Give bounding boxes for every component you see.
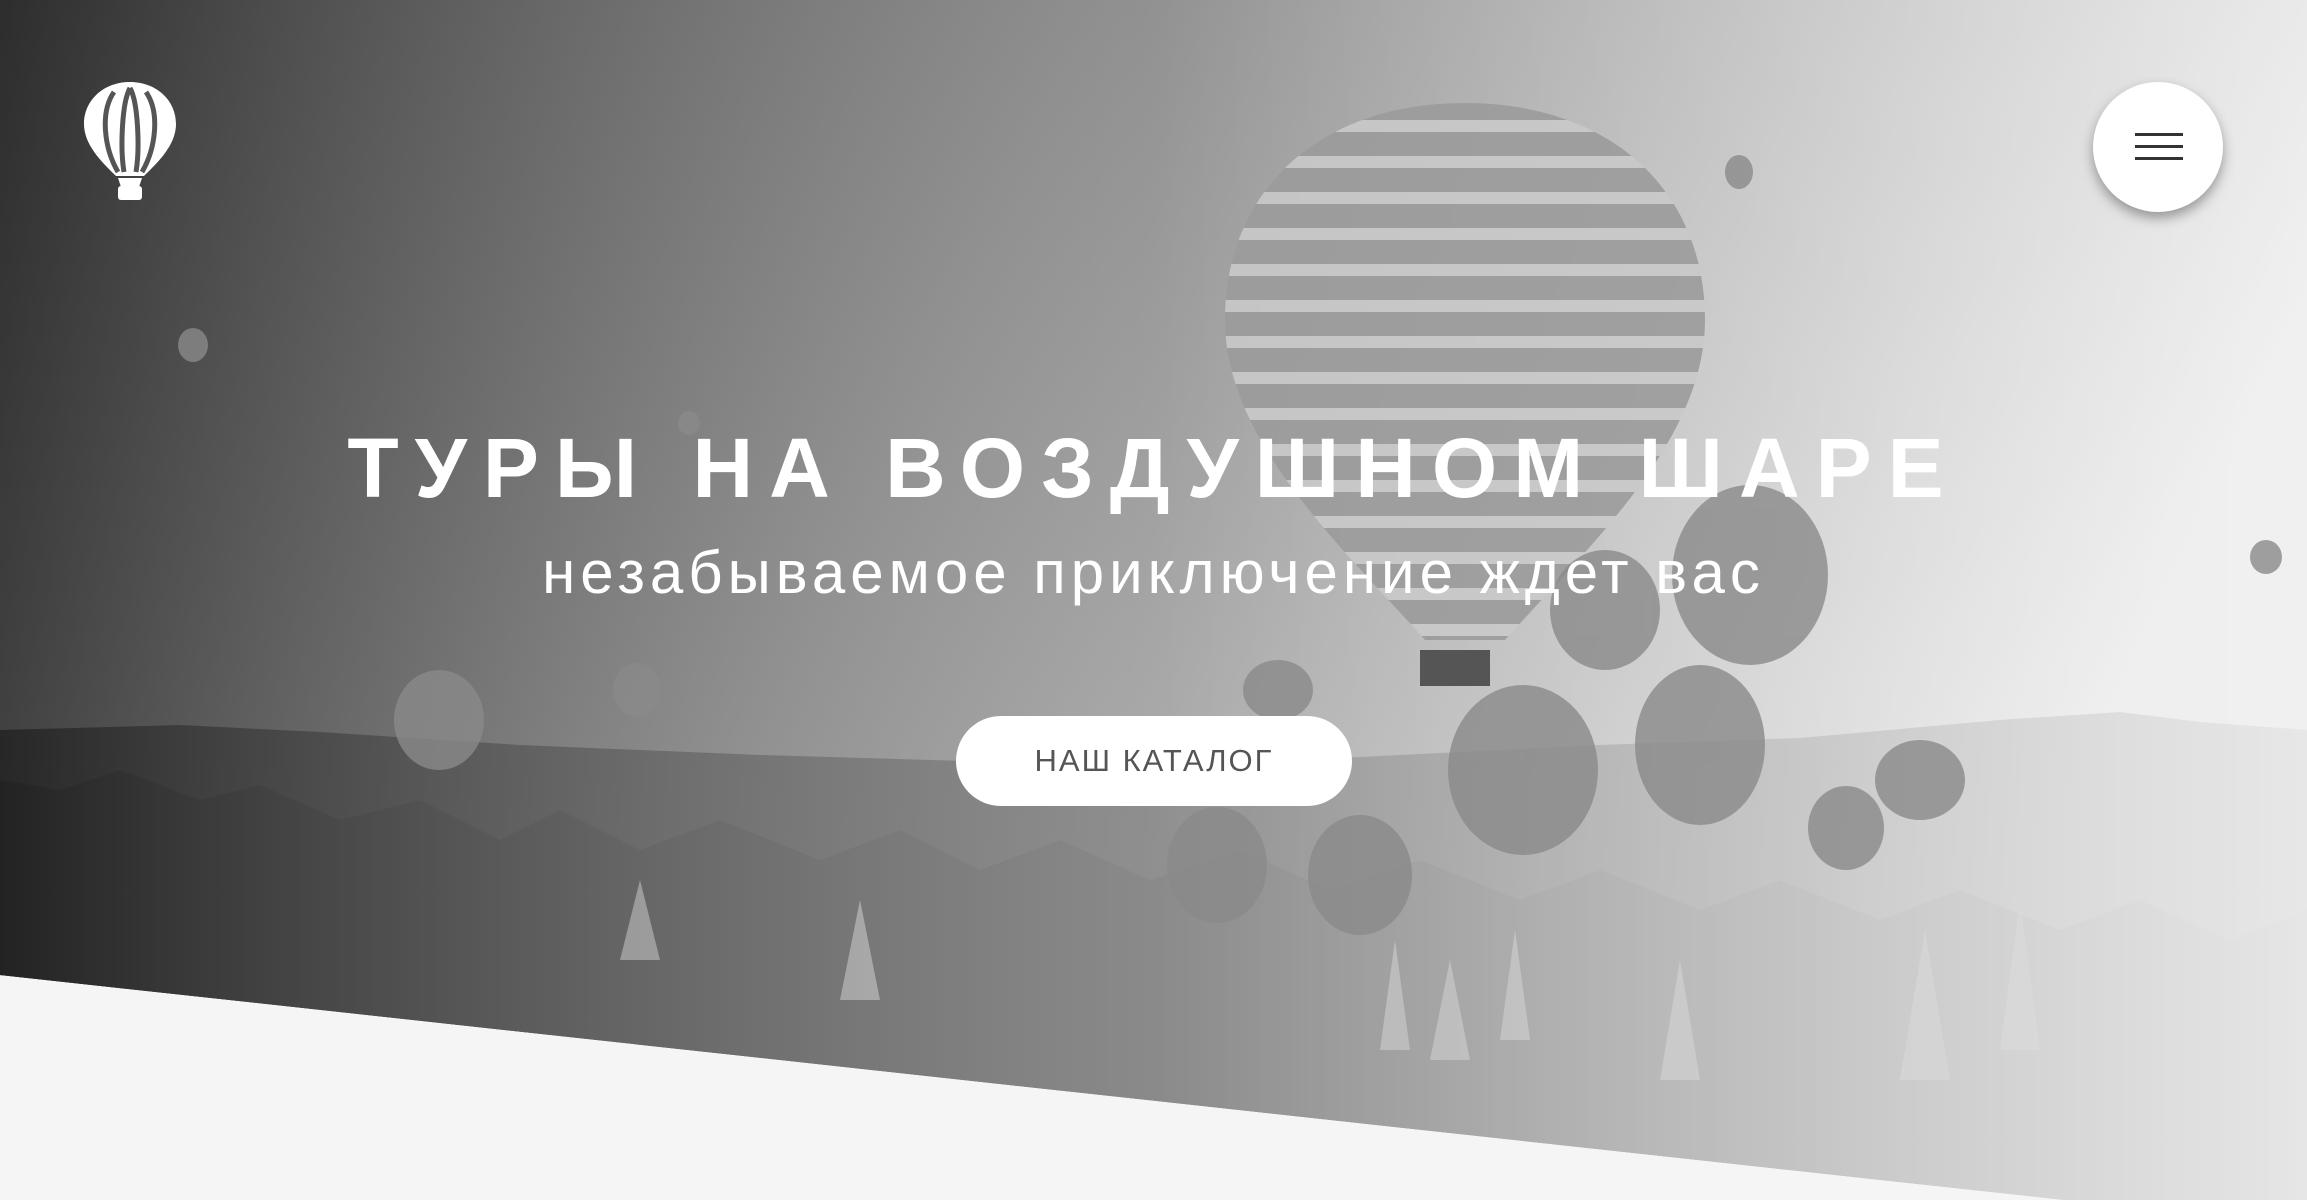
menu-button[interactable] xyxy=(2093,82,2223,212)
hot-air-balloon-icon xyxy=(84,82,176,200)
logo[interactable] xyxy=(78,78,182,204)
hero-title: ТУРЫ НА ВОЗДУШНОМ ШАРЕ xyxy=(347,421,1960,515)
hero-subtitle: незабываемое приключение ждет вас xyxy=(542,539,1765,606)
catalog-button[interactable]: НАШ КАТАЛОГ xyxy=(956,716,1352,806)
